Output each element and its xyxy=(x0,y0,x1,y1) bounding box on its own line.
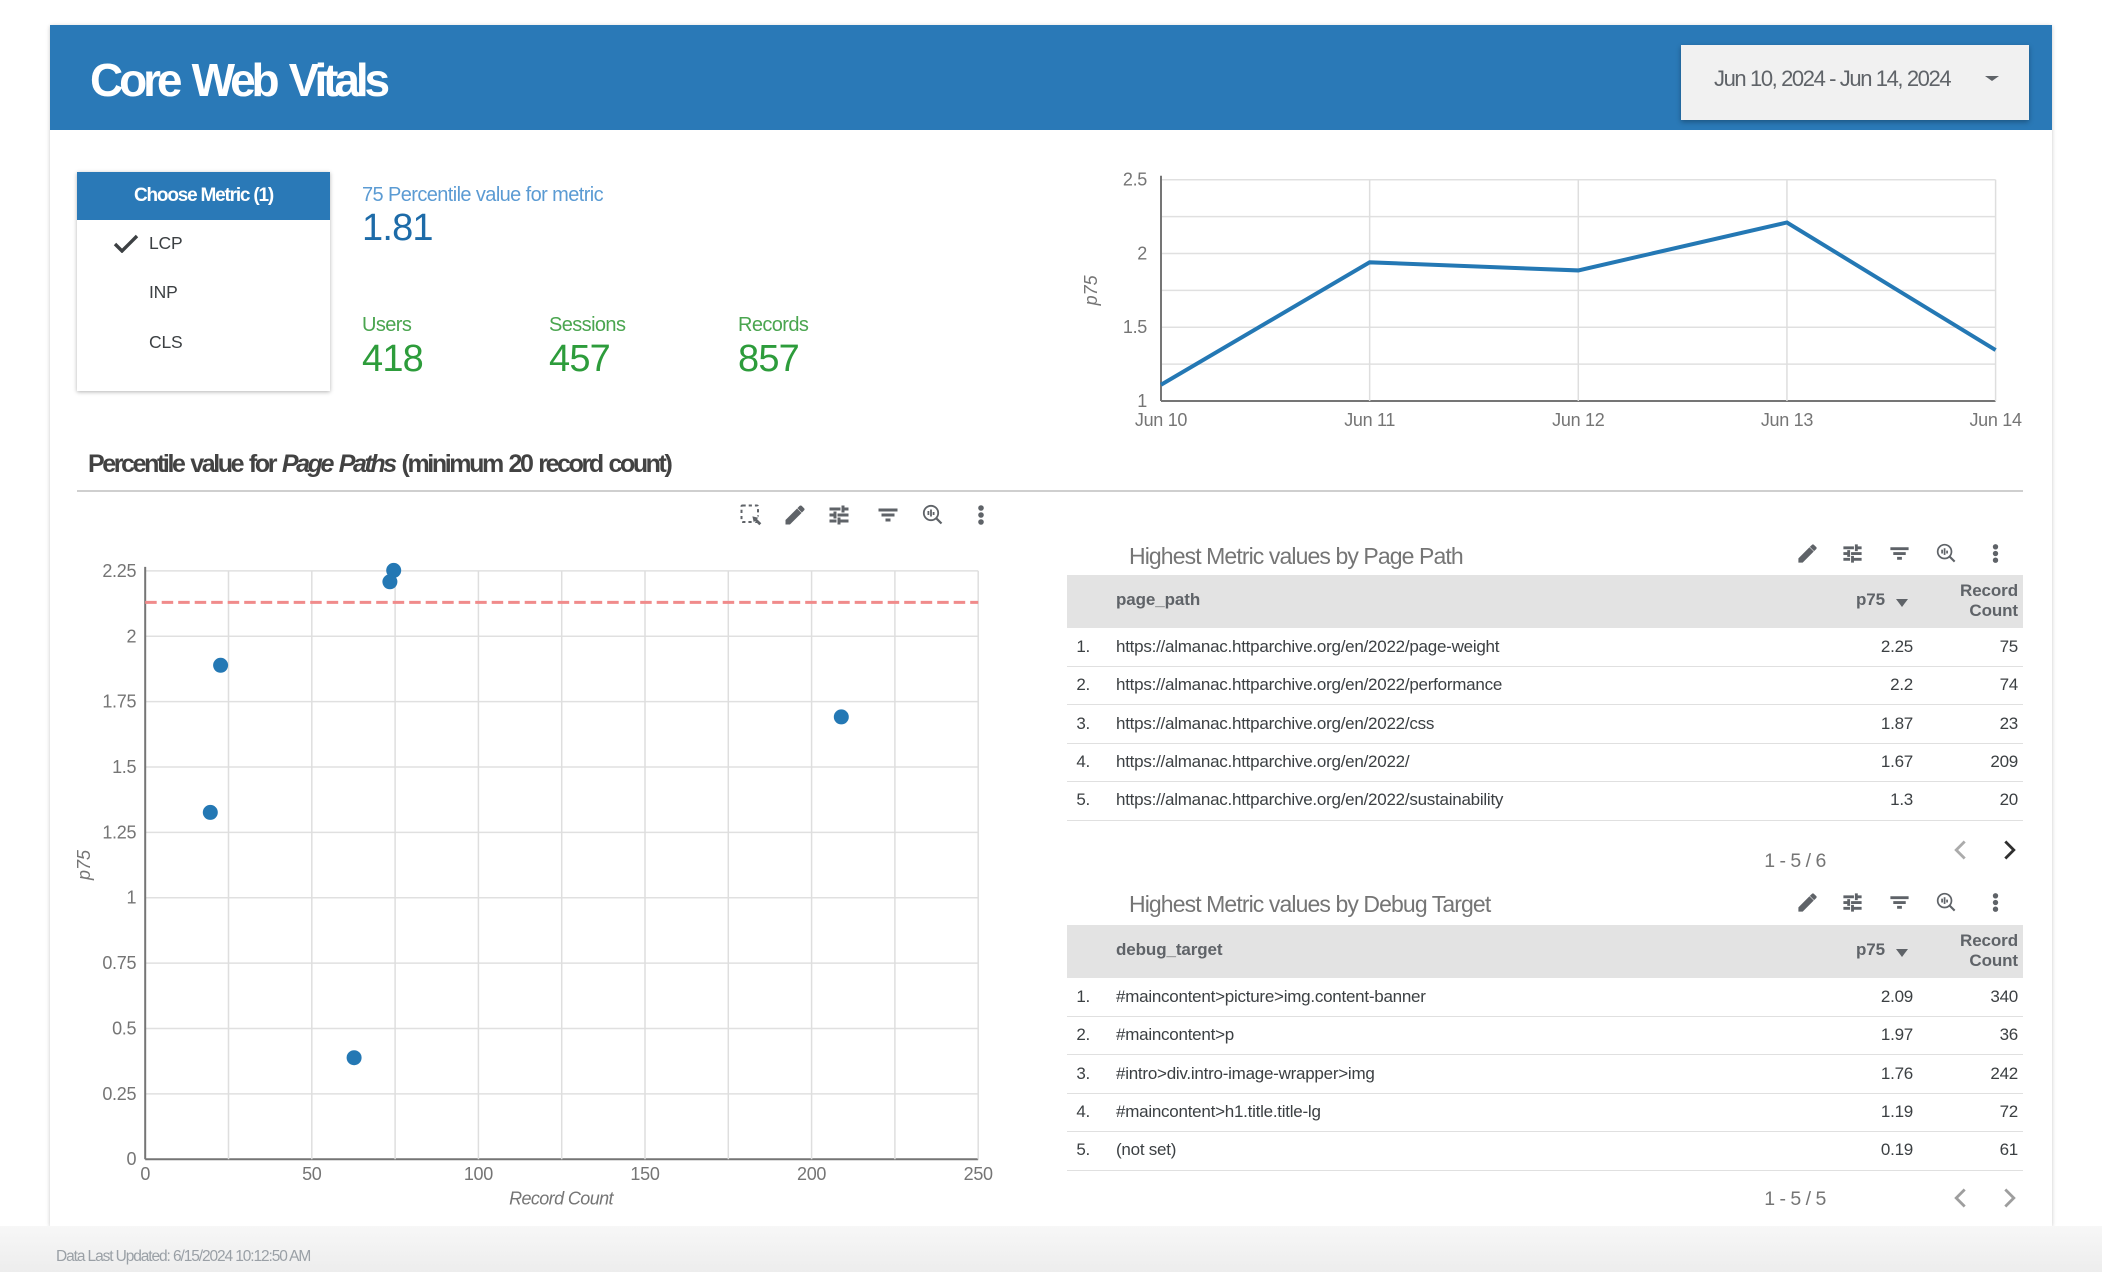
svg-text:2.5: 2.5 xyxy=(1123,170,1147,190)
svg-text:100: 100 xyxy=(464,1164,493,1184)
svg-text:150: 150 xyxy=(630,1164,659,1184)
svg-text:Record Count: Record Count xyxy=(509,1189,614,1209)
svg-text:Jun 11: Jun 11 xyxy=(1344,410,1395,430)
svg-text:0: 0 xyxy=(126,1149,136,1169)
svg-text:1.25: 1.25 xyxy=(102,822,136,842)
svg-text:50: 50 xyxy=(302,1164,322,1184)
svg-text:1: 1 xyxy=(1137,391,1147,411)
svg-text:1: 1 xyxy=(126,888,136,908)
svg-text:200: 200 xyxy=(797,1164,826,1184)
svg-text:2: 2 xyxy=(126,626,136,646)
svg-text:0.5: 0.5 xyxy=(112,1018,136,1038)
svg-text:Jun 14: Jun 14 xyxy=(1969,410,2022,430)
svg-text:250: 250 xyxy=(964,1164,993,1184)
svg-text:1.5: 1.5 xyxy=(112,757,136,777)
svg-text:2.25: 2.25 xyxy=(102,561,136,581)
svg-text:1.75: 1.75 xyxy=(102,692,136,712)
svg-text:p75: p75 xyxy=(1081,274,1101,306)
svg-text:0.75: 0.75 xyxy=(102,953,136,973)
svg-text:Jun 13: Jun 13 xyxy=(1761,410,1814,430)
svg-text:1.5: 1.5 xyxy=(1123,317,1147,337)
svg-text:0.25: 0.25 xyxy=(102,1084,136,1104)
svg-text:p75: p75 xyxy=(74,849,94,881)
svg-text:Jun 10: Jun 10 xyxy=(1135,410,1188,430)
svg-text:Jun 12: Jun 12 xyxy=(1552,410,1605,430)
svg-text:2: 2 xyxy=(1137,243,1147,263)
svg-text:0: 0 xyxy=(140,1164,150,1184)
